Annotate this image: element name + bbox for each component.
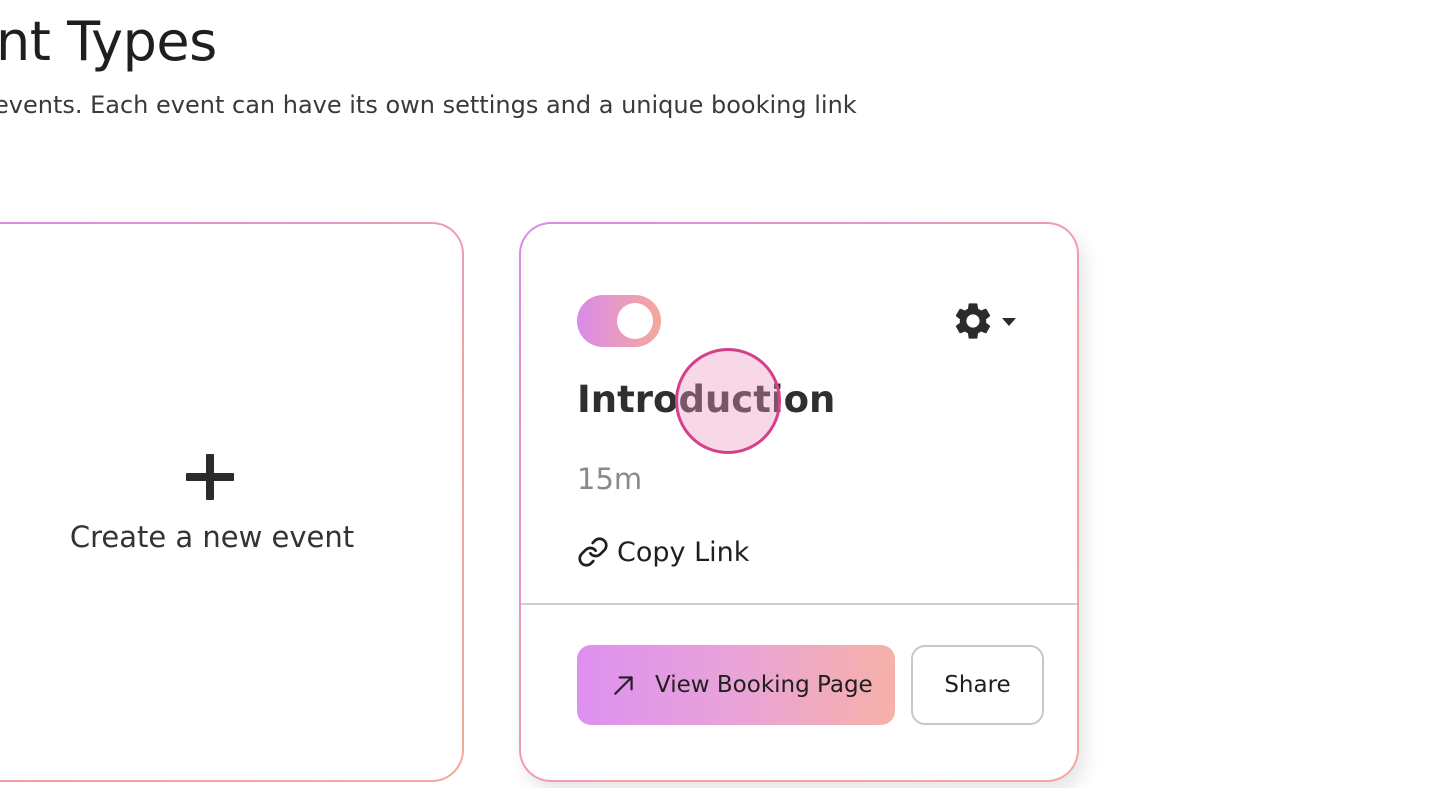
copy-link-button[interactable]: Copy Link — [577, 534, 749, 570]
event-type-card-inner: Introduction 15m Copy Link View Booking … — [521, 224, 1077, 780]
link-icon — [578, 537, 608, 567]
caret-down-icon — [1002, 318, 1016, 326]
create-event-label: Create a new event — [69, 520, 355, 554]
plus-icon — [186, 454, 234, 502]
create-event-card[interactable]: Create a new event — [0, 222, 464, 782]
card-divider — [521, 603, 1077, 605]
page-title: nt Types — [0, 10, 217, 73]
copy-link-label: Copy Link — [617, 536, 750, 568]
event-title: Introduction — [577, 378, 836, 421]
share-button[interactable]: Share — [911, 645, 1044, 725]
event-type-card: Introduction 15m Copy Link View Booking … — [519, 222, 1079, 782]
event-settings-menu-button[interactable] — [951, 298, 1023, 344]
view-booking-page-button[interactable]: View Booking Page — [577, 645, 895, 725]
page-subtitle: events. Each event can have its own sett… — [0, 91, 857, 119]
event-duration: 15m — [577, 462, 643, 496]
create-event-card-inner[interactable]: Create a new event — [0, 224, 462, 780]
event-enabled-toggle[interactable] — [577, 295, 661, 347]
view-booking-page-label: View Booking Page — [655, 672, 873, 698]
toggle-knob — [617, 303, 653, 339]
gear-icon — [955, 303, 991, 339]
arrow-up-right-icon — [614, 676, 633, 695]
